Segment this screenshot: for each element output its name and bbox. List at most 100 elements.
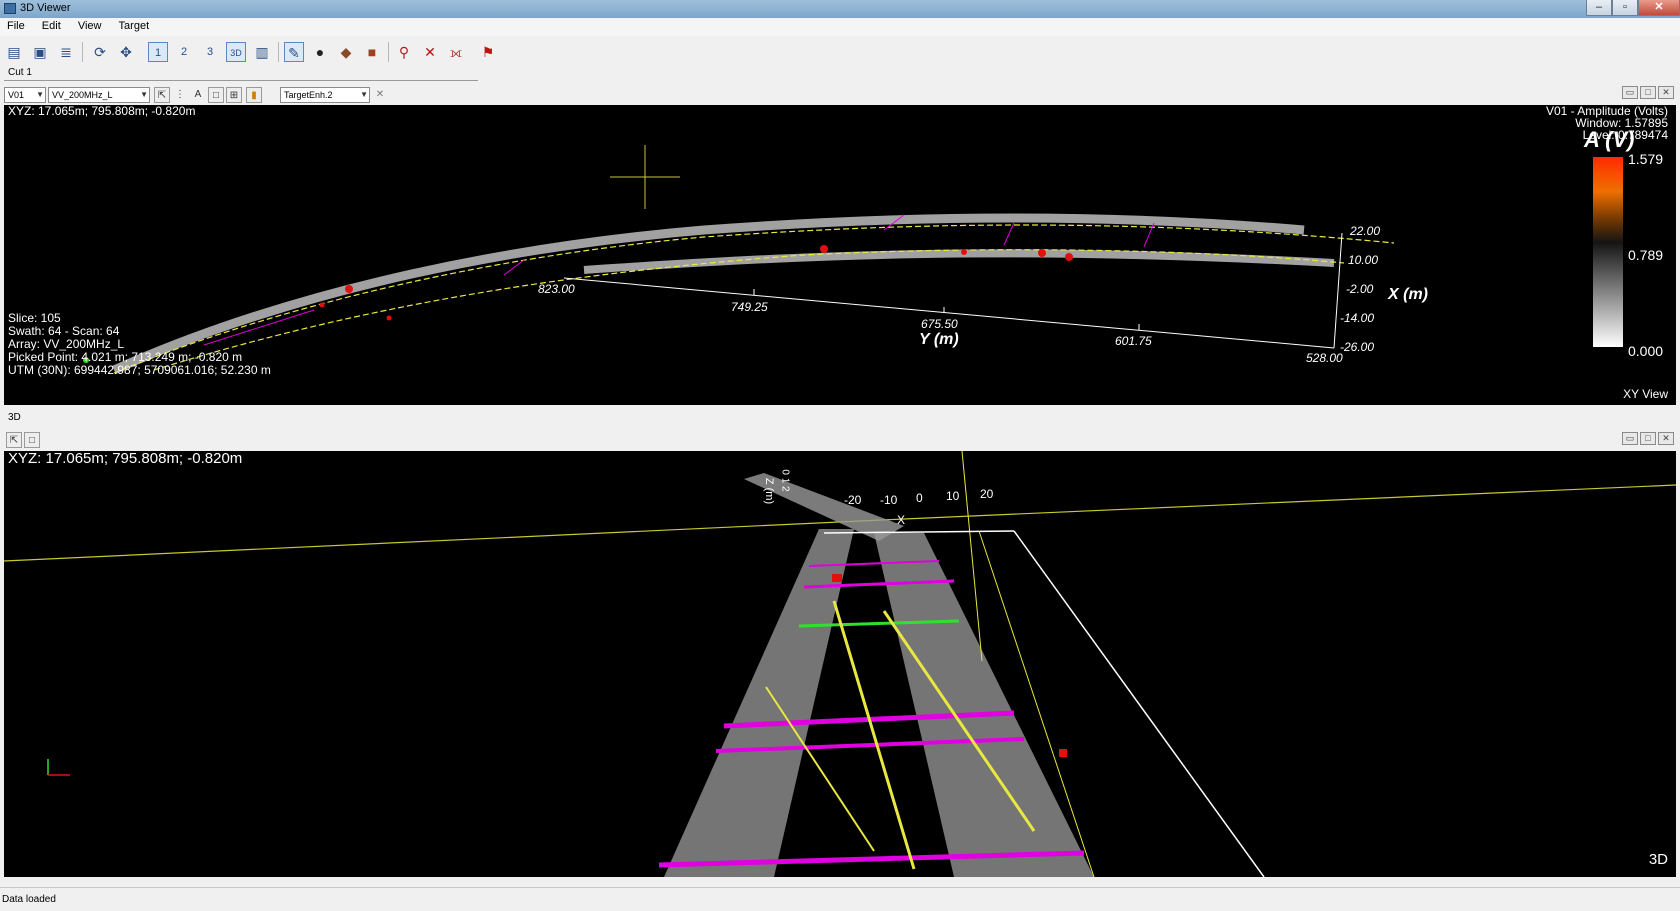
array-select[interactable]: VV_200MHz_L ▼ [48, 87, 150, 103]
survey-swath-left [664, 529, 854, 877]
menu-target[interactable]: Target [112, 18, 157, 32]
colorbar-mid: 0.789 [1628, 247, 1664, 263]
xy-view-graphics [83, 145, 1623, 375]
colorbar-min: 0.000 [1628, 343, 1664, 359]
close-panel-icon[interactable]: ✕ [1658, 86, 1674, 99]
utm-info: UTM (30N): 699442.987; 5709061.016; 52.2… [8, 363, 271, 377]
red-marker [832, 574, 842, 582]
open-data-icon[interactable]: ▤ [4, 42, 24, 62]
axis-tick-label: 10 [946, 489, 960, 503]
toolbar-separator [82, 42, 83, 62]
survey-swath-right [874, 533, 1094, 877]
chevron-down-icon: ▼ [36, 90, 44, 99]
axis-tick-label: -10 [880, 493, 898, 507]
maximize-panel-icon[interactable]: □ [1640, 432, 1656, 445]
filter-select-value: TargetEnh.2 [284, 90, 333, 100]
y-tick-label: 601.75 [1115, 334, 1152, 348]
menu-file[interactable]: File [0, 18, 32, 32]
annotate-icon[interactable]: A [190, 87, 206, 103]
red-marker [1065, 253, 1073, 261]
window-title: 3D Viewer [20, 2, 71, 14]
shape-icon[interactable]: ◆ [336, 42, 356, 62]
x-tick-label: -2.00 [1346, 282, 1374, 296]
view-1-icon[interactable]: 1 [148, 42, 168, 62]
x-tick-label: -26.00 [1340, 340, 1375, 354]
red-marker [1038, 249, 1046, 257]
title-bar: 3D Viewer – ▫ ✕ [0, 0, 1680, 18]
clear-filter-icon[interactable]: ✕ [372, 87, 388, 103]
chevron-down-icon: ▼ [360, 90, 368, 99]
refresh-icon[interactable]: ⟳ [90, 42, 110, 62]
colorbar-title: A (V) [1584, 127, 1635, 152]
cut-tab[interactable]: Cut 1 [8, 67, 32, 78]
chevron-down-icon: ▼ [140, 90, 148, 99]
cut-divider [4, 80, 478, 81]
view-2-icon[interactable]: 2 [174, 42, 194, 62]
restore-panel-icon[interactable]: ▭ [1622, 86, 1638, 99]
top-panel-toolbar: V01 ▼ VV_200MHz_L ▼ ⇱ ⋮ A □ ⊞ ▮ TargetEn… [0, 85, 1680, 105]
frame-icon[interactable]: □ [24, 432, 40, 448]
x-tick-label: 10.00 [1348, 253, 1379, 267]
axis-z-label: Z (m) [763, 477, 776, 505]
menu-bar: File Edit View Target [0, 18, 1680, 36]
xyz-readout-3d: XYZ: 17.065m; 795.808m; -0.820m [8, 451, 243, 467]
block-icon[interactable]: ■ [362, 42, 382, 62]
filter-select[interactable]: TargetEnh.2 ▼ [280, 87, 370, 103]
view-3-icon[interactable]: 3 [200, 42, 220, 62]
red-marker [820, 245, 828, 253]
section-label-3d: 3D [8, 412, 21, 423]
menu-view[interactable]: View [71, 18, 109, 32]
main-toolbar: ▤ ▣ ≣ ⟳ ✥ 1 2 3 3D ▥ ✎ ● ◆ ■ ⚲ ✕ ⟗ ⚑ [0, 37, 1680, 67]
delete-icon[interactable]: ✕ [420, 42, 440, 62]
maximize-panel-icon[interactable]: □ [1640, 86, 1656, 99]
x-axis-label: X (m) [1388, 286, 1428, 303]
channel-select[interactable]: V01 ▼ [4, 87, 46, 103]
grid-icon[interactable]: ⊞ [226, 87, 242, 103]
ruler-icon[interactable]: ⋮ [172, 87, 188, 103]
horizon-line [903, 484, 1676, 520]
close-panel-icon[interactable]: ✕ [1658, 432, 1674, 445]
restore-panel-icon[interactable]: ▭ [1622, 432, 1638, 445]
slice-info: Slice: 105 [8, 311, 61, 325]
axis-tick-label: -20 [844, 493, 862, 507]
y-tick-label: 823.00 [538, 282, 575, 296]
camera-icon[interactable]: ▣ [30, 42, 50, 62]
3d-view-graphics [4, 451, 1676, 877]
channel-select-value: V01 [8, 90, 25, 100]
pick-mode-icon[interactable]: ⇱ [6, 432, 22, 448]
colorbar [1593, 157, 1623, 347]
view-3d-icon[interactable]: 3D [226, 42, 246, 62]
cylinder-icon[interactable]: ● [310, 42, 330, 62]
map-icon[interactable]: ▥ [252, 42, 272, 62]
y-tick-label: 675.50 [921, 317, 958, 331]
view-name: XY View [1623, 387, 1668, 401]
marker-icon[interactable]: ⚑ [478, 42, 498, 62]
3d-view-canvas[interactable]: XYZ: 17.065m; 795.808m; -0.820m -20 -10 … [4, 451, 1676, 877]
minimize-button[interactable]: – [1586, 0, 1612, 16]
toolbar-separator [278, 42, 279, 62]
colorbar-max: 1.579 [1628, 151, 1664, 167]
axis-z-ticks: 0 1 2 [779, 469, 791, 492]
x-tick-label: 22.00 [1350, 224, 1381, 238]
link-icon[interactable]: ⟗ [446, 42, 466, 62]
red-marker [961, 249, 967, 255]
pick-icon[interactable]: ✎ [284, 42, 304, 62]
status-bar: Data loaded [0, 887, 1680, 911]
survey-swath-branch [583, 249, 1335, 274]
menu-edit[interactable]: Edit [35, 18, 68, 32]
x-tick-label: -14.00 [1340, 311, 1375, 325]
y-axis-label: Y (m) [919, 331, 959, 348]
xyz-readout: XYZ: 17.065m; 795.808m; -0.820m [8, 105, 196, 118]
xy-view-canvas[interactable]: XYZ: 17.065m; 795.808m; -0.820m V01 - Am… [4, 105, 1676, 405]
layers-icon[interactable]: ≣ [56, 42, 76, 62]
pick-mode-icon[interactable]: ⇱ [154, 87, 170, 103]
frame-icon[interactable]: □ [208, 87, 224, 103]
pan-icon[interactable]: ✥ [116, 42, 136, 62]
array-select-value: VV_200MHz_L [52, 90, 113, 100]
maximize-button[interactable]: ▫ [1612, 0, 1638, 16]
close-button[interactable]: ✕ [1638, 0, 1680, 16]
picked-point-info: Picked Point: 4.021 m; 713.249 m; -0.820… [8, 350, 243, 364]
palette-icon[interactable]: ▮ [246, 87, 262, 103]
target-icon[interactable]: ⚲ [394, 42, 414, 62]
red-marker [345, 285, 353, 293]
